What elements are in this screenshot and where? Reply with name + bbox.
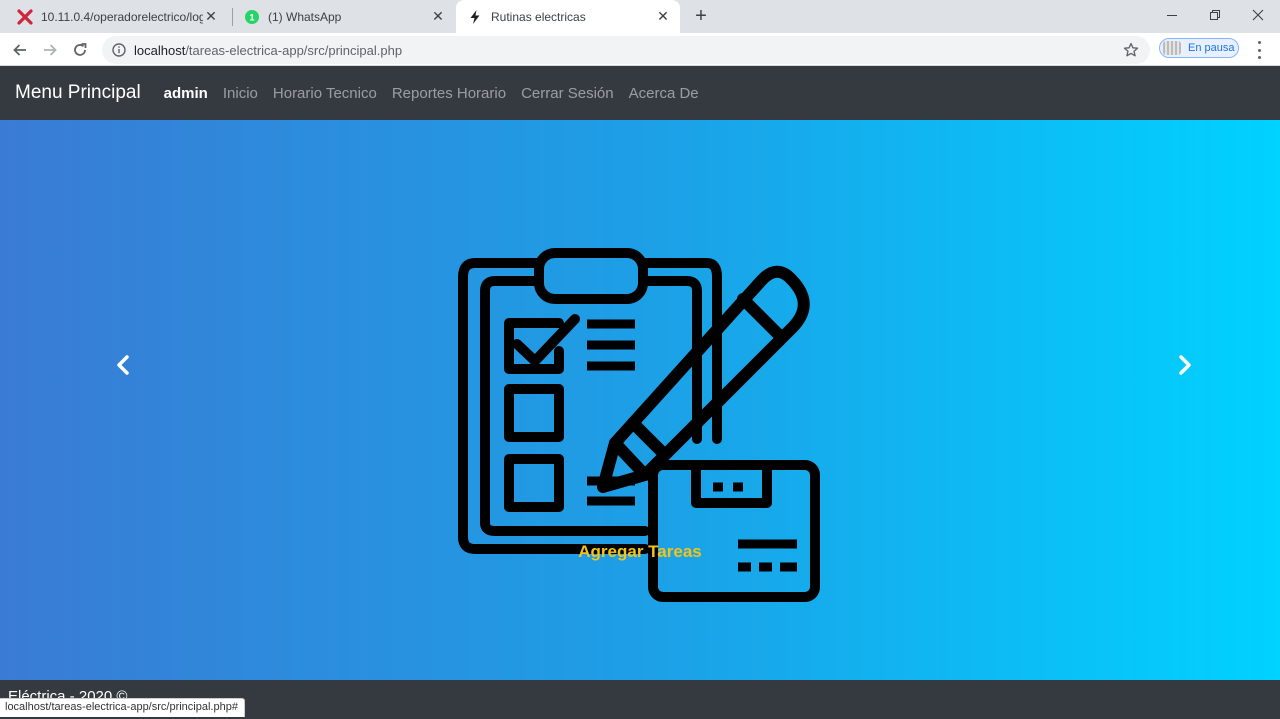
close-icon[interactable]: ✕ (430, 8, 446, 25)
avatar (1163, 41, 1181, 55)
nav-cerrar-sesion[interactable]: Cerrar Sesión (521, 85, 614, 102)
nav-inicio[interactable]: Inicio (223, 85, 258, 102)
nav-reportes-horario[interactable]: Reportes Horario (392, 85, 506, 102)
close-window-button[interactable] (1236, 0, 1280, 30)
reload-button[interactable] (68, 38, 92, 62)
back-arrow-icon (13, 44, 26, 56)
whatsapp-badge: 1 (249, 12, 254, 22)
forward-arrow-icon (44, 44, 57, 56)
profile-button[interactable]: En pausa (1159, 38, 1239, 58)
red-x-icon (17, 8, 33, 25)
bookmark-star-icon[interactable] (1122, 41, 1140, 59)
tab-title: (1) WhatsApp (268, 9, 342, 24)
new-tab-button[interactable]: + (690, 5, 712, 27)
carousel-caption[interactable]: Agregar Tareas (0, 542, 1280, 562)
browser-tabstrip: 10.11.0.4/operadorelectrico/login ✕ 1 (1… (0, 0, 1280, 33)
address-bar[interactable]: localhost/tareas-electrica-app/src/princ… (102, 36, 1150, 64)
carousel-next-button[interactable] (1170, 350, 1200, 380)
url-text: localhost/tareas-electrica-app/src/princ… (134, 43, 402, 58)
carousel-prev-button[interactable] (108, 350, 138, 380)
reload-icon (74, 43, 87, 56)
profile-status: En pausa (1188, 42, 1235, 54)
tab-login[interactable]: 10.11.0.4/operadorelectrico/login ✕ (6, 0, 228, 33)
tab-title: Rutinas electricas (491, 9, 586, 24)
tab-whatsapp[interactable]: 1 (1) WhatsApp ✕ (233, 0, 455, 33)
whatsapp-icon: 1 (244, 9, 260, 25)
minimize-icon (1167, 15, 1177, 16)
lightning-bolt-icon (467, 9, 483, 25)
carousel: Agregar Tareas (0, 120, 1280, 680)
browser-toolbar: localhost/tareas-electrica-app/src/princ… (0, 33, 1280, 66)
url-path: /tareas-electrica-app/src/principal.php (185, 42, 403, 58)
close-icon (1252, 9, 1264, 21)
back-button[interactable] (8, 38, 32, 62)
site-navbar: Menu Principal admin Inicio Horario Tecn… (0, 66, 1280, 120)
chevron-right-icon (1179, 355, 1191, 375)
nav-horario-tecnico[interactable]: Horario Tecnico (273, 85, 377, 102)
info-icon[interactable] (111, 42, 127, 58)
minimize-button[interactable] (1150, 0, 1194, 30)
navbar-brand[interactable]: Menu Principal (15, 82, 141, 104)
status-url-bubble: localhost/tareas-electrica-app/src/princ… (0, 698, 245, 717)
nav-user[interactable]: admin (164, 85, 208, 102)
forward-button[interactable] (38, 38, 62, 62)
nav-acerca-de[interactable]: Acerca De (629, 85, 699, 102)
close-icon[interactable]: ✕ (203, 8, 219, 25)
close-icon[interactable]: ✕ (655, 8, 671, 25)
restore-button[interactable] (1193, 0, 1237, 30)
url-host: localhost (134, 42, 186, 58)
chevron-left-icon (117, 355, 129, 375)
tab-rutinas[interactable]: Rutinas electricas ✕ (456, 0, 680, 33)
tab-title: 10.11.0.4/operadorelectrico/login (41, 9, 203, 24)
restore-icon (1210, 10, 1220, 20)
browser-menu-icon[interactable] (1251, 41, 1267, 59)
